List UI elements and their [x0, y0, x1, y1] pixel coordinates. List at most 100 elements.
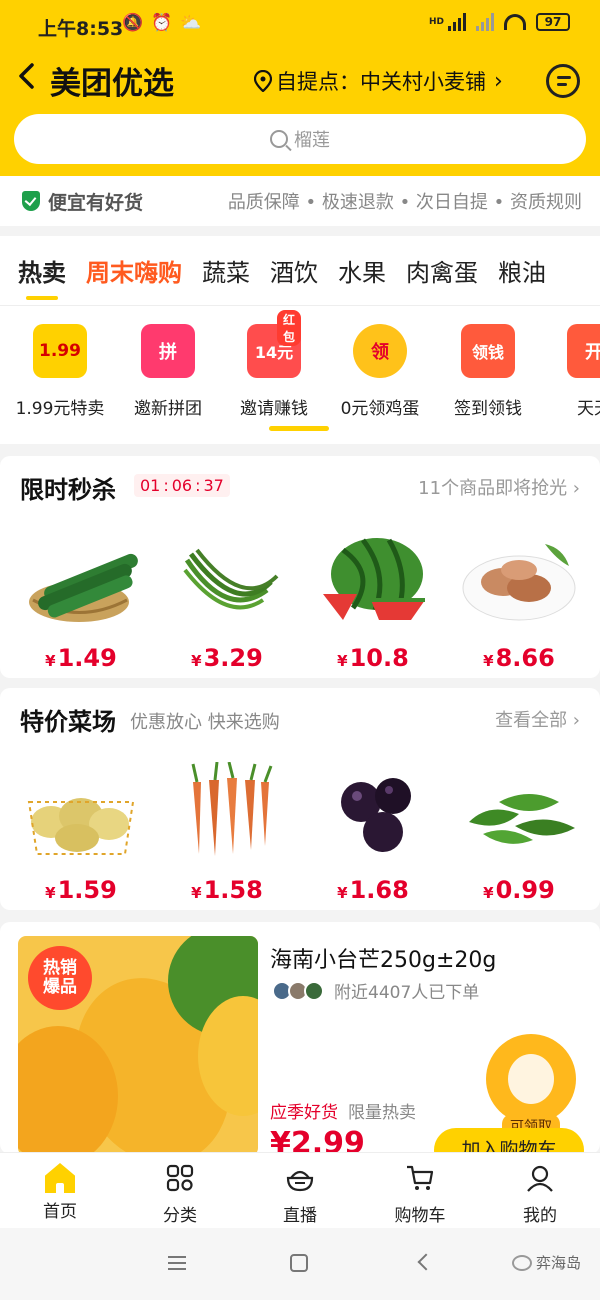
wifi-icon: [504, 14, 526, 30]
market-subtitle: 优惠放心 快来选购: [130, 712, 280, 733]
search-bar[interactable]: 榴莲: [14, 114, 586, 164]
entry-label: 1.99元特卖: [15, 399, 105, 419]
sale-199-icon: 1.99: [33, 324, 87, 378]
mute-icon: 🔕: [122, 13, 144, 33]
potato-image: [27, 798, 135, 855]
product-long-bean[interactable]: ¥3.29: [162, 530, 292, 672]
status-right-icons: HD 97: [429, 13, 570, 31]
nav-category[interactable]: 分类: [120, 1153, 240, 1228]
calendar-money-icon: 领钱: [461, 324, 515, 378]
eggplant-image: [341, 778, 411, 852]
scroll-indicator: [269, 426, 329, 431]
category-tabs: 热卖 周末嗨购 蔬菜 酒饮 水果 肉禽蛋 粮油: [0, 236, 600, 306]
product-braised-pork[interactable]: ¥8.66: [454, 530, 584, 672]
entry-group-buy[interactable]: 拼 邀新拼团: [108, 324, 228, 419]
wechat-icon: [512, 1254, 532, 1271]
product-potato[interactable]: ¥1.59: [16, 762, 146, 904]
status-time: 上午8:53: [38, 18, 124, 40]
currency-symbol: ¥: [191, 884, 202, 902]
price-value: 1.58: [203, 876, 263, 904]
currency-symbol: ¥: [483, 884, 494, 902]
product-price: ¥3.29: [162, 644, 292, 672]
app-title: 美团优选: [50, 66, 174, 102]
currency-symbol: ¥: [270, 1126, 291, 1154]
message-icon[interactable]: [546, 64, 580, 98]
nav-label: 首页: [43, 1202, 77, 1222]
add-to-cart-button[interactable]: 加入购物车: [434, 1128, 584, 1154]
carrot-image: [191, 761, 273, 856]
entry-free-eggs[interactable]: 领 0元领鸡蛋: [320, 324, 440, 419]
tab-hot[interactable]: 热卖: [18, 253, 66, 300]
price-value: 3.29: [203, 644, 263, 672]
guarantee-strip[interactable]: 便宜有好货 品质保障 • 极速退款 • 次日自提 • 资质规则: [0, 176, 600, 226]
product-price: ¥8.66: [454, 644, 584, 672]
entry-label: 签到领钱: [454, 399, 522, 419]
entry-checkin-money[interactable]: 领钱 签到领钱: [428, 324, 548, 419]
nav-profile[interactable]: 我的: [480, 1153, 600, 1228]
header: 上午8:53 🔕 ⏰ ⛅ HD 97 美团优选 自提点：中关村小麦铺 › 榴莲: [0, 0, 600, 176]
hot-sale-badge: 热销 爆品: [28, 946, 92, 1010]
buyers-row: 附近4407人已下单: [272, 978, 479, 1003]
braised-pork-image: [462, 544, 576, 621]
product-price: ¥1.59: [16, 876, 146, 904]
feature-icon-row: 1.99 1.99元特卖 拼 邀新拼团 14元 红包 邀请赚钱 领 0元领鸡蛋 …: [0, 306, 600, 444]
badge-line-2: 爆品: [43, 977, 77, 997]
tab-fruit[interactable]: 水果: [338, 253, 386, 288]
daily-icon: 开: [567, 324, 600, 378]
nav-label: 我的: [523, 1206, 557, 1226]
countdown-hours: 01: [140, 476, 161, 495]
buyers-count: 附近4407人已下单: [334, 983, 480, 1003]
badge-line-1: 热销: [43, 958, 77, 979]
price-value: 1.68: [349, 876, 409, 904]
entry-label: 天天: [577, 399, 600, 419]
countdown-sep: :: [163, 476, 169, 495]
cucumber-image: [29, 553, 138, 622]
product-price: ¥1.49: [16, 644, 146, 672]
tab-drinks[interactable]: 酒饮: [270, 253, 318, 288]
avatar: [304, 980, 324, 1001]
shopping-bag-icon: 拼: [141, 324, 195, 378]
nav-cart[interactable]: 购物车: [360, 1153, 480, 1228]
product-cucumber[interactable]: ¥1.49: [16, 530, 146, 672]
flash-sale-card: 限时秒杀 01 : 06 : 37 11个商品即将抢光 › ¥1.49 ¥3.2…: [0, 456, 600, 678]
recents-icon[interactable]: [168, 1256, 186, 1270]
nav-live[interactable]: 直播: [240, 1153, 360, 1228]
flash-sale-more-link[interactable]: 11个商品即将抢光 ›: [418, 474, 580, 500]
watermark: 弈海岛: [512, 1252, 581, 1273]
home-icon: [45, 1163, 75, 1193]
back-icon[interactable]: [14, 62, 42, 90]
market-more-link[interactable]: 查看全部 ›: [495, 706, 580, 732]
back-button-icon[interactable]: [417, 1253, 435, 1271]
product-watermelon[interactable]: ¥10.8: [308, 530, 438, 672]
nav-home[interactable]: 首页: [0, 1153, 120, 1228]
price-value: 8.66: [495, 644, 555, 672]
tag-season: 应季好货: [270, 1103, 338, 1123]
currency-symbol: ¥: [191, 652, 202, 670]
entry-1-99-sale[interactable]: 1.99 1.99元特卖: [0, 324, 120, 419]
product-green-pepper[interactable]: ¥0.99: [454, 762, 584, 904]
tab-vegetables[interactable]: 蔬菜: [202, 253, 250, 288]
product-price: ¥1.68: [308, 876, 438, 904]
user-icon: [527, 1165, 553, 1192]
entry-invite-earn[interactable]: 14元 红包 邀请赚钱: [214, 310, 334, 419]
system-nav-bar: 弈海岛: [0, 1228, 600, 1300]
currency-symbol: ¥: [483, 652, 494, 670]
nav-label: 分类: [163, 1206, 197, 1226]
egg-promo-icon[interactable]: [486, 1034, 576, 1124]
product-price: ¥1.58: [162, 876, 292, 904]
feature-product-card[interactable]: 热销 爆品 海南小台芒250g±20g 附近4407人已下单 可领取 应季好货 …: [0, 922, 600, 1154]
shield-check-icon: [22, 191, 40, 211]
pickup-point-selector[interactable]: 自提点：中关村小麦铺 ›: [254, 66, 503, 96]
countdown-seconds: 37: [203, 476, 224, 495]
nav-label: 购物车: [394, 1206, 446, 1226]
tab-weekend[interactable]: 周末嗨购: [86, 253, 182, 288]
entry-daily[interactable]: 开 天天: [534, 324, 600, 419]
tab-grain-oil[interactable]: 粮油: [498, 253, 546, 288]
tab-meat-eggs[interactable]: 肉禽蛋: [406, 253, 478, 288]
entry-label: 邀请赚钱: [240, 399, 308, 419]
product-carrot[interactable]: ¥1.58: [162, 761, 292, 904]
long-bean-image: [183, 548, 279, 610]
search-placeholder: 榴莲: [294, 130, 330, 151]
home-button-icon[interactable]: [290, 1254, 308, 1272]
product-eggplant[interactable]: ¥1.68: [308, 762, 438, 904]
